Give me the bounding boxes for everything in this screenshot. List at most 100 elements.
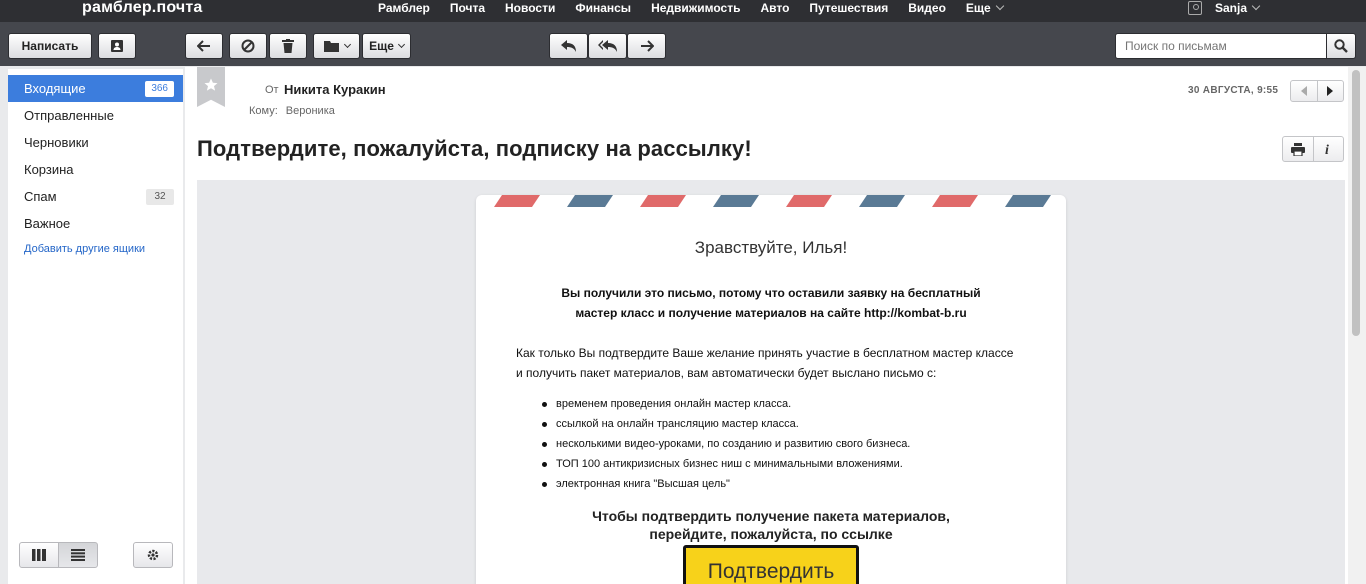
letter-body: Как только Вы подтвердите Ваше желание п… [516,343,1036,383]
delete-button[interactable] [269,33,307,59]
recipient-line: Кому: Вероника [249,105,335,117]
user-name: Sanja [1215,1,1248,15]
letter-intro: Вы получили это письмо, потому что остав… [476,283,1066,323]
benefits-list: временем проведения онлайн мастер класса… [536,394,910,494]
next-icon [1327,86,1334,96]
spam-button[interactable] [229,33,267,59]
more-label: Еще [369,39,394,53]
airmail-stripe [494,195,540,207]
message-date: 30 АВГУСТА, 9:55 [1188,85,1279,96]
nav-finance[interactable]: Финансы [575,0,631,16]
folder-icon [323,41,339,52]
folder-trash[interactable]: Корзина [8,156,183,183]
message-body: Зравствуйте, Илья! Вы получили это письм… [197,180,1345,584]
nav-rambler[interactable]: Рамблер [378,0,430,16]
nav-more[interactable]: Еще [965,0,1004,16]
block-icon [241,39,255,53]
to-label: Кому: [249,105,278,117]
settings-button[interactable] [133,542,173,568]
user-menu[interactable]: Sanja [1188,0,1261,16]
recipient-name[interactable]: Вероника [286,105,335,117]
list-item: временем проведения онлайн мастер класса… [536,394,910,414]
chevron-down-icon [1251,1,1261,11]
list-view-button[interactable] [58,542,98,568]
back-icon [197,40,210,52]
airmail-stripe [713,195,759,207]
compose-label: Написать [21,39,79,53]
chevron-down-icon [995,1,1004,11]
nav-mail[interactable]: Почта [450,0,485,16]
print-button[interactable] [1283,137,1313,161]
folder-label: Входящие [24,81,86,96]
folder-spam[interactable]: Спам 32 [8,183,183,210]
cta-line-1: Чтобы подтвердить получение пакета матер… [592,508,950,524]
reply-icon [560,40,576,52]
nav-travel[interactable]: Путешествия [809,0,888,16]
message-subject: Подтвердите, пожалуйста, подписку на рас… [197,136,752,161]
folder-label: Важное [24,216,71,231]
unread-count-badge: 32 [146,188,174,205]
star-flag[interactable] [197,67,225,107]
settings-icon [147,549,159,561]
airmail-stripes [494,195,1051,207]
nav-auto[interactable]: Авто [760,0,789,16]
toolbar: Написать Еще [0,22,1366,66]
airmail-stripe [932,195,978,207]
from-label: От [265,84,279,96]
sender-name[interactable]: Никита Куракин [284,82,386,97]
confirm-button[interactable]: Подтвердить [683,545,859,584]
nav-realty[interactable]: Недвижимость [651,0,740,16]
print-icon [1290,142,1305,156]
search-button[interactable] [1326,33,1356,59]
search-input[interactable] [1115,33,1327,59]
reply-all-button[interactable] [588,33,627,59]
list-item: электронная книга "Высшая цель" [536,474,910,494]
folder-label: Черновики [24,135,89,150]
body-line-1: Как только Вы подтвердите Ваше желание п… [516,346,1014,360]
nav-news[interactable]: Новости [505,0,555,16]
reply-all-icon [597,40,617,52]
contacts-button[interactable] [98,33,136,59]
message-nav [1290,80,1344,102]
airmail-stripe [859,195,905,207]
list-item: несколькими видео-уроками, по созданию и… [536,434,910,454]
sidebar: Входящие 366 Отправленные Черновики Корз… [8,69,183,584]
forward-icon [640,40,654,52]
chevron-down-icon [343,40,351,48]
more-button[interactable]: Еще [362,33,411,59]
folder-inbox[interactable]: Входящие 366 [8,75,183,102]
top-bar: рамблер.почта Рамблер Почта Новости Фина… [0,0,1366,22]
back-button[interactable] [185,33,223,59]
airmail-stripe [640,195,686,207]
three-column-icon [32,549,46,561]
three-column-view-button[interactable] [19,542,59,568]
body-line-2: и получить пакет материалов, вам автомат… [516,366,937,380]
folder-sent[interactable]: Отправленные [8,102,183,129]
folder-important[interactable]: Важное [8,210,183,237]
nav-video[interactable]: Видео [908,0,946,16]
scrollbar-thumb[interactable] [1352,70,1360,336]
reply-button[interactable] [549,33,588,59]
folder-drafts[interactable]: Черновики [8,129,183,156]
list-item: ТОП 100 антикризисных бизнес ниш с миним… [536,454,910,474]
nav-more-label: Еще [965,1,991,15]
message-tools: i [1282,136,1344,162]
airmail-stripe [1005,195,1051,207]
folder-label: Корзина [24,162,74,177]
chevron-down-icon [397,40,405,48]
message-pane: От Никита Куракин Кому: Вероника 30 АВГУС… [185,67,1348,584]
prev-message-button[interactable] [1291,81,1317,101]
compose-button[interactable]: Написать [8,33,92,59]
logo[interactable]: рамблер.почта [82,0,203,16]
trash-icon [282,39,294,53]
top-nav: Рамблер Почта Новости Финансы Недвижимос… [378,0,1023,16]
svg-text:i: i [1325,143,1329,156]
forward-button[interactable] [627,33,666,59]
cta-text: Чтобы подтвердить получение пакета матер… [476,507,1066,543]
next-message-button[interactable] [1316,81,1344,101]
info-button[interactable]: i [1312,137,1344,161]
move-button[interactable] [313,33,360,59]
add-mailboxes-link[interactable]: Добавить другие ящики [24,243,145,255]
prev-icon [1300,86,1307,96]
folder-label: Отправленные [24,108,114,123]
